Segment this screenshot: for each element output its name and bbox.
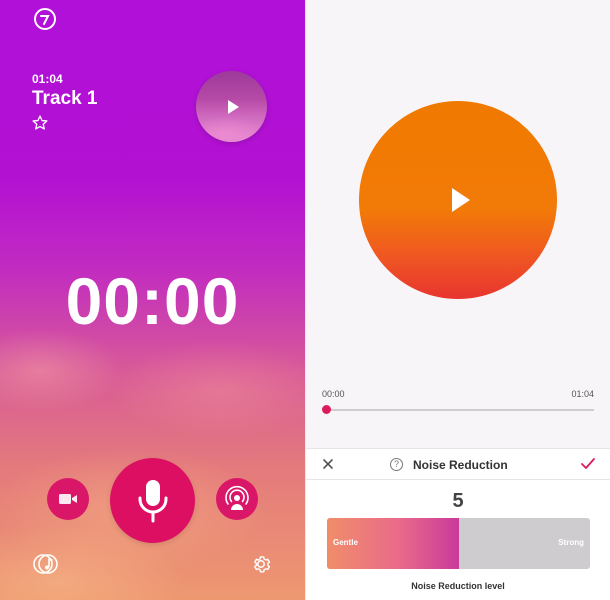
play-icon: [452, 188, 470, 212]
app-screen: 01:04 Track 1 00:00 00:00 01:04 ? Noise …: [0, 0, 610, 600]
noise-level-slider[interactable]: Gentle Strong: [327, 518, 590, 569]
seek-handle[interactable]: [322, 405, 331, 414]
close-icon[interactable]: [321, 457, 335, 471]
strong-label: Strong: [558, 538, 584, 547]
playback-play-button[interactable]: [359, 101, 557, 299]
music-library-icon[interactable]: [33, 553, 59, 575]
video-camera-icon: [59, 494, 77, 504]
playback-duration: 01:04: [571, 389, 594, 399]
track-thumbnail-play-button[interactable]: [196, 71, 267, 142]
checkmark-icon[interactable]: [580, 457, 596, 471]
track-title: Track 1: [32, 88, 98, 109]
noise-level-caption: Noise Reduction level: [411, 581, 505, 591]
microphone-icon: [138, 479, 167, 522]
seek-bar[interactable]: [326, 409, 594, 411]
play-icon: [228, 99, 239, 114]
noise-level-value: 5: [452, 490, 464, 512]
sheet-header: ? Noise Reduction: [306, 449, 610, 480]
podcast-button[interactable]: [216, 478, 258, 520]
recorder-panel: 01:04 Track 1 00:00: [0, 0, 305, 600]
podcast-icon: [225, 485, 249, 510]
help-icon[interactable]: ?: [390, 458, 403, 471]
record-button[interactable]: [110, 458, 195, 543]
gentle-label: Gentle: [333, 538, 358, 547]
recording-timer: 00:00: [65, 264, 240, 338]
app-logo-icon[interactable]: [34, 8, 56, 30]
star-icon[interactable]: [31, 114, 49, 132]
player-panel: 00:00 01:04 ? Noise Reduction 5 Gentle S…: [305, 0, 610, 600]
video-record-button[interactable]: [47, 478, 89, 520]
noise-reduction-sheet: ? Noise Reduction 5 Gentle Strong Noise …: [306, 448, 610, 600]
gear-icon[interactable]: [250, 553, 272, 575]
sheet-title: Noise Reduction: [413, 458, 508, 472]
track-duration: 01:04: [32, 72, 63, 86]
playback-position: 00:00: [322, 389, 345, 399]
